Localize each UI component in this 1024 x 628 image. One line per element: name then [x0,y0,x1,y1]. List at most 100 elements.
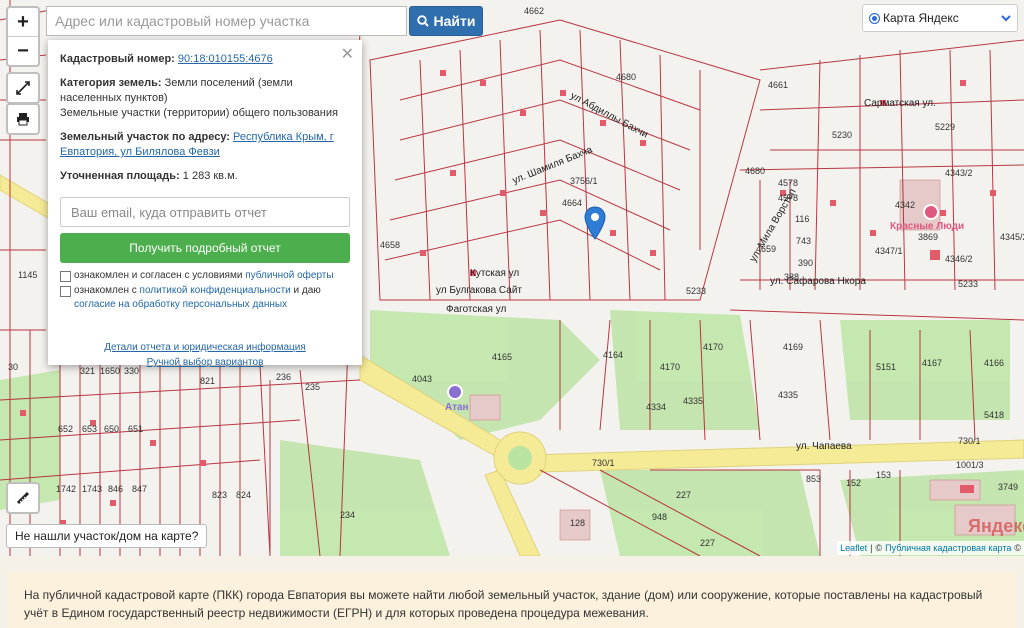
street-label: Фаготская ул [446,304,507,315]
area-label: Уточненная площадь: [60,170,180,182]
area-value: 1 283 кв.м. [182,170,238,182]
parcel-label: 4043 [412,374,433,384]
parcel-label: 821 [200,376,216,386]
parcel-label: 4170 [703,342,724,352]
parcel-label: 846 [108,484,124,494]
parcel-label: 651 [128,424,144,434]
parcel-label: 390 [798,258,814,268]
street-label: ул. Чапаева [796,441,852,452]
search-button[interactable]: Найти [409,6,483,36]
parcel-label: 3869 [918,232,939,242]
ruler-button[interactable] [6,482,40,514]
cadastral-label: Кадастровый номер: [60,53,175,65]
parcel-label: 4347/1 [875,246,903,256]
parcel-label: 4343/2 [945,168,973,178]
parcel-label: 730/1 [958,436,981,446]
parcel-label: 652 [58,424,74,434]
print-button[interactable] [6,103,40,135]
cadastral-number-link[interactable]: 90:18:010155:4676 [178,53,273,65]
parcel-label: 227 [700,538,716,548]
shop-poi-icon[interactable] [447,384,463,400]
parcel-label: 650 [104,424,120,434]
use-value: Земельные участки (территории) общего по… [60,107,338,119]
ruler-icon [16,491,30,505]
street-label: Кутская ул [470,268,520,279]
close-icon[interactable]: ✕ [341,44,354,64]
privacy-consent[interactable]: ознакомлен с политикой конфиденциальност… [60,284,350,312]
details-link[interactable]: Детали отчета и юридическая информация [104,342,306,353]
zoom-out-button[interactable]: − [8,36,38,65]
parcel-label: 5229 [935,122,956,132]
not-found-button[interactable]: Не нашли участок/дом на карте? [6,524,208,548]
pkk-link[interactable]: Публичная кадастровая карта [885,543,1011,553]
parcel-label: 4342 [895,200,916,210]
parcel-label: 1743 [82,484,103,494]
offer-checkbox[interactable] [60,271,71,282]
leaflet-link[interactable]: Leaflet [840,543,867,553]
parcel-label: 730/1 [592,458,615,468]
parcel-label: 4170 [660,362,681,372]
radio-selected-icon [869,12,880,24]
zoom-in-button[interactable]: + [8,8,38,36]
street-label: ул. Сафарова Нкора [770,276,866,287]
expand-icon [16,81,30,95]
parcel-label: 30 [8,362,19,372]
search-input[interactable] [46,6,407,36]
parcel-label: 1742 [56,484,77,494]
parcel-label: 5233 [686,286,707,296]
layer-select-value: Карта Яндекс [883,11,959,25]
parcel-label: 824 [236,490,252,500]
parcel-label: 152 [846,478,862,488]
parcel-label: 4164 [603,350,624,360]
get-report-button[interactable]: Получить подробный отчет [60,233,350,263]
street-label: ул Булгакова Сайт [436,285,522,296]
attribution-separator: | [870,543,873,553]
parcel-label: 4167 [922,358,943,368]
manual-select-link[interactable]: Ручной выбор вариантов [147,357,264,368]
personal-data-link[interactable]: согласие на обработку персональных данны… [74,299,287,310]
search-icon [416,15,429,27]
poi-label: Атан [445,402,469,413]
parcel-label: 4664 [562,198,583,208]
email-field[interactable] [60,197,350,227]
parcel-label: 5418 [984,410,1005,420]
address-label: Земельный участок по адресу: [60,131,230,143]
parcel-label: 235 [305,382,321,392]
offer-consent[interactable]: ознакомлен и согласен с условиями публич… [60,269,350,283]
privacy-consent-text: ознакомлен с [74,285,137,296]
parcel-label: 1145 [18,270,38,280]
parcel-label: 4335 [778,390,799,400]
shop-poi-icon[interactable] [923,204,939,220]
attribution-copy: © [1014,543,1021,553]
fullscreen-button[interactable] [6,72,40,104]
privacy-link[interactable]: политикой конфиденциальности [140,285,291,296]
offer-link[interactable]: публичной оферты [245,270,333,281]
layer-select[interactable]: Карта Яндекс [862,4,1018,32]
parcel-label: 4335 [683,396,704,406]
parcel-label: 4345/2 [1000,232,1024,242]
search-button-label: Найти [433,13,476,29]
location-marker-icon[interactable] [584,206,606,240]
parcel-label: 743 [796,236,812,246]
parcel-label: 1001/3 [956,460,984,470]
parcel-label: 5230 [832,130,853,140]
parcel-label: 3749 [998,482,1019,492]
parcel-label: 948 [652,512,668,522]
parcel-label: 5233 [958,279,979,289]
parcel-label: 4680 [616,72,637,82]
category-label: Категория земель: [60,77,162,89]
parcel-label: 653 [82,424,98,434]
printer-icon [17,113,29,126]
privacy-checkbox[interactable] [60,286,71,297]
parcel-label: 4680 [745,166,766,176]
chevron-down-icon [1001,14,1011,21]
parcel-label: 4165 [492,352,513,362]
parcel-label: 4169 [783,342,804,352]
parcel-label: 4658 [380,240,401,250]
yandex-watermark: Яндекс [968,516,1024,536]
privacy-consent-tail: и даю [293,285,321,296]
parcel-label: 4661 [768,80,789,90]
parcel-label: 4334 [646,402,667,412]
map-attribution: Leaflet | © Публичная кадастровая карта … [837,541,1024,555]
parcel-label: 153 [876,470,892,480]
